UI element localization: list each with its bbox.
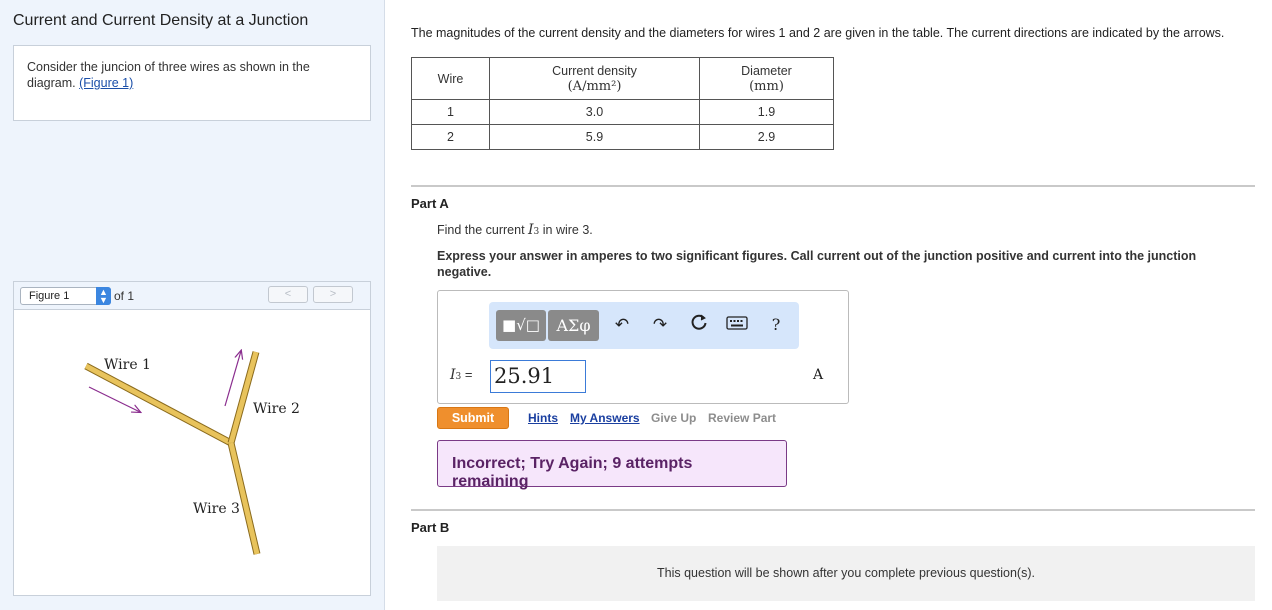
figure-select-value: Figure 1: [29, 290, 70, 302]
figure-panel: Figure 1 ▲ ▼ of 1 < > Wire 1 Wire 2 Wire…: [13, 281, 371, 610]
cell-diameter: 2.9: [699, 124, 834, 150]
part-a-label: Part A: [411, 196, 449, 211]
part-a-instructions: Express your answer in amperes to two si…: [437, 249, 1197, 279]
header-current-density: Current density (A/mm²): [489, 57, 700, 100]
wire-2-label: Wire 2: [253, 401, 300, 417]
intro-text: Consider the juncion of three wires as s…: [27, 60, 310, 90]
data-table: Wire Current density (A/mm²) Diameter (m…: [411, 57, 834, 150]
keyboard-icon[interactable]: [724, 312, 750, 338]
junction-diagram: Wire 1 Wire 2 Wire 3: [84, 310, 300, 555]
problem-intro: The magnitudes of the current density an…: [411, 26, 1225, 40]
answer-input[interactable]: 25.91: [490, 360, 586, 393]
part-b-locked-notice: This question will be shown after you co…: [437, 546, 1255, 601]
left-panel: Current and Current Density at a Junctio…: [0, 0, 385, 610]
select-arrows-icon: ▲ ▼: [96, 287, 111, 305]
answer-box: ■√□ ΑΣφ ↶ ↷ ? I3 = 25.91 A: [437, 290, 849, 404]
next-figure-button[interactable]: >: [313, 286, 353, 303]
templates-button[interactable]: ■√□: [496, 310, 546, 341]
table-row: 1 3.0 1.9: [411, 99, 834, 125]
divider: [411, 185, 1255, 187]
submit-button[interactable]: Submit: [437, 407, 509, 429]
feedback-message: Incorrect; Try Again; 9 attempts remaini…: [437, 440, 787, 490]
part-b-label: Part B: [411, 520, 450, 535]
wire-2-current-arrow: [224, 351, 241, 407]
cell-density: 5.9: [489, 124, 700, 150]
answer-variable: I3 =: [450, 367, 473, 383]
undo-icon[interactable]: ↶: [609, 312, 635, 338]
wire-1-label: Wire 1: [104, 357, 151, 373]
header-diameter: Diameter (mm): [699, 57, 834, 100]
cell-density: 3.0: [489, 99, 700, 125]
cell-wire: 2: [411, 124, 490, 150]
redo-icon[interactable]: ↷: [647, 312, 673, 338]
part-a-question: Find the current I3 in wire 3.: [437, 222, 593, 238]
wire-3-label: Wire 3: [193, 501, 240, 517]
divider: [411, 509, 1255, 511]
hints-link[interactable]: Hints: [528, 411, 558, 425]
table-row: 2 5.9 2.9: [411, 124, 834, 150]
answer-unit: A: [813, 367, 824, 383]
figure-link[interactable]: (Figure 1): [79, 76, 133, 90]
cell-diameter: 1.9: [699, 99, 834, 125]
previous-figure-button[interactable]: <: [268, 286, 308, 303]
panel-bottom-strip: [13, 595, 371, 610]
my-answers-link[interactable]: My Answers: [570, 411, 640, 425]
figure-count: of 1: [114, 289, 135, 303]
figure-toolbar: Figure 1 ▲ ▼ of 1 < >: [14, 282, 370, 310]
give-up-link[interactable]: Give Up: [651, 411, 696, 425]
math-toolbar: ■√□ ΑΣφ ↶ ↷ ?: [489, 302, 799, 349]
greek-symbols-button[interactable]: ΑΣφ: [548, 310, 599, 341]
intro-box: Consider the juncion of three wires as s…: [13, 45, 371, 121]
header-wire: Wire: [411, 57, 490, 100]
reset-icon[interactable]: [686, 312, 712, 338]
cell-wire: 1: [411, 99, 490, 125]
problem-title: Current and Current Density at a Junctio…: [13, 12, 309, 29]
figure-select[interactable]: Figure 1 ▲ ▼: [20, 287, 111, 305]
review-part-link[interactable]: Review Part: [708, 411, 776, 425]
help-icon[interactable]: ?: [763, 312, 789, 338]
